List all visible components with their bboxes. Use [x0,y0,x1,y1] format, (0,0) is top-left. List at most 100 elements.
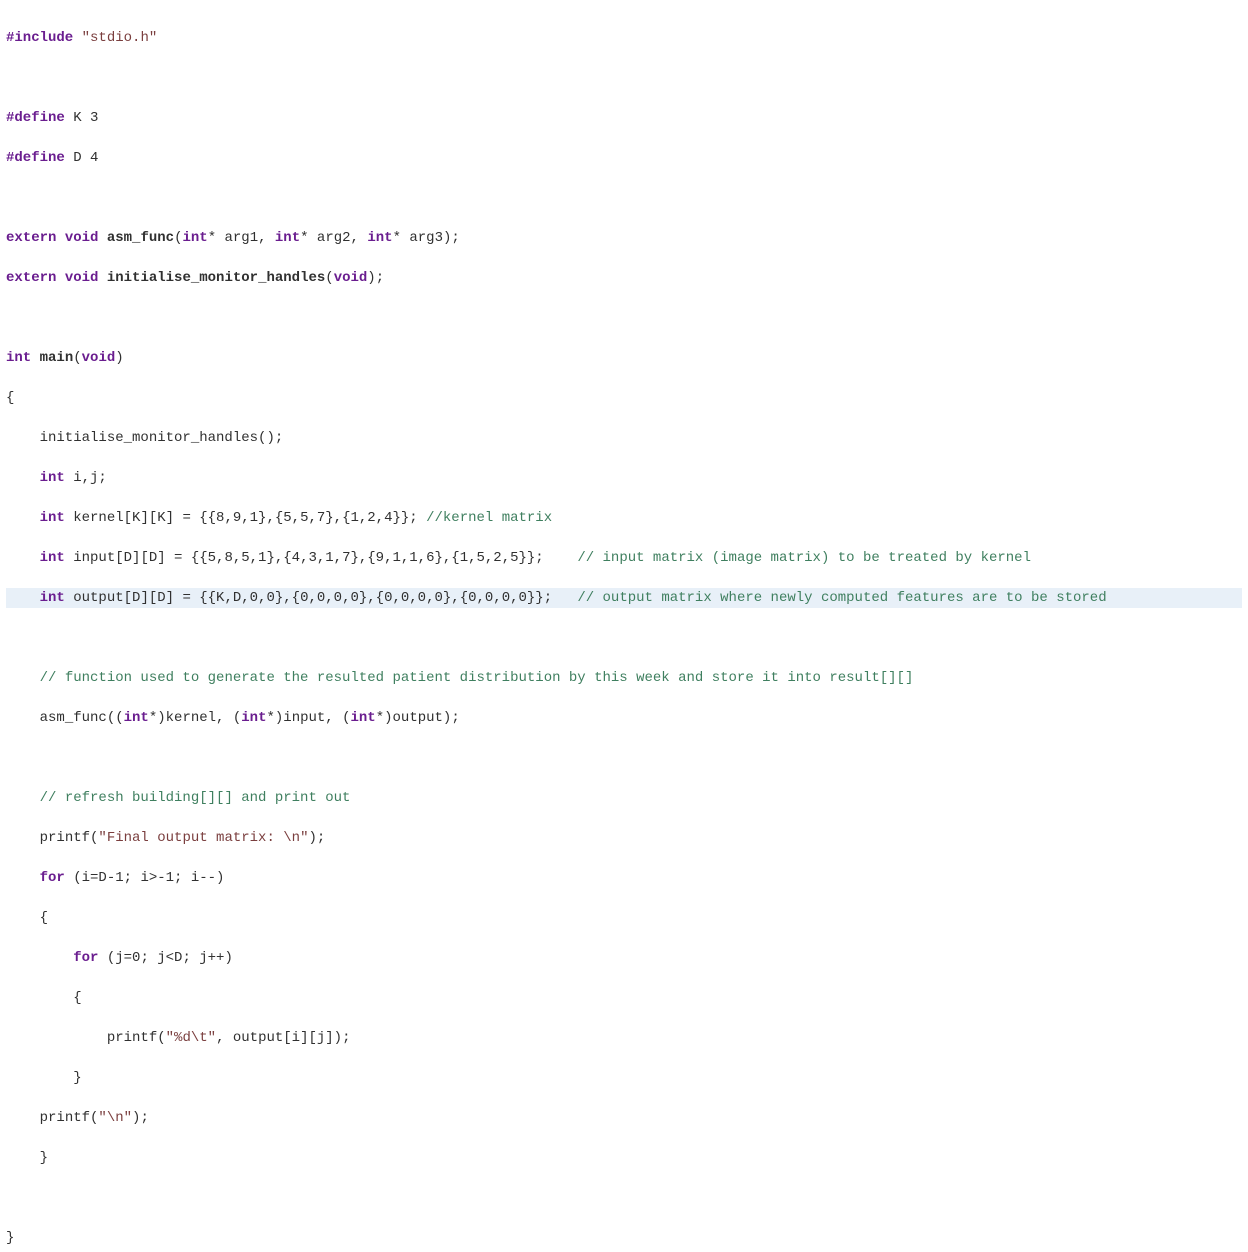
keyword: void [334,270,368,286]
code-line: printf("%d\t", output[i][j]); [6,1028,1242,1048]
code-line: for (i=D-1; i>-1; i--) [6,868,1242,888]
keyword: int [124,710,149,726]
text: * arg2, [300,230,367,246]
string-quote: " [300,830,308,846]
keyword: extern [6,230,56,246]
code-editor[interactable]: #include "stdio.h" #define K 3 #define D… [0,0,1248,1252]
keyword: int [241,710,266,726]
keyword: int [351,710,376,726]
indent [6,950,73,966]
text: *)kernel, ( [149,710,241,726]
code-line [6,308,1242,328]
text: (i=D-1; i>-1; i--) [65,870,225,886]
indent [6,1110,40,1126]
string-quote: " [149,30,157,46]
space [98,270,106,286]
comment: // input matrix (image matrix) to be tre… [577,550,1031,566]
string-content: %d\t [174,1030,208,1046]
code-line: printf("\n"); [6,1108,1242,1128]
string-quote: " [98,830,106,846]
comment: // output matrix where newly computed fe… [577,590,1106,606]
space [73,30,81,46]
text: ) [115,350,123,366]
code-line-highlighted: int output[D][D] = {{K,D,0,0},{0,0,0,0},… [6,588,1242,608]
code-line: #define K 3 [6,108,1242,128]
code-line: int i,j; [6,468,1242,488]
keyword: extern [6,270,56,286]
keyword: void [65,230,99,246]
keyword: int [275,230,300,246]
string-content: stdio.h [90,30,149,46]
indent [6,710,40,726]
space [31,350,39,366]
text: i,j; [65,470,107,486]
preproc: #define [6,110,65,126]
code-line: #include "stdio.h" [6,28,1242,48]
comment: //kernel matrix [426,510,552,526]
text: * arg3); [393,230,460,246]
string-content: \n [107,1110,124,1126]
keyword: for [73,950,98,966]
string-quote: " [124,1110,132,1126]
code-line: { [6,988,1242,1008]
text: ); [132,1110,149,1126]
code-line: } [6,1148,1242,1168]
preproc: #define [6,150,65,166]
text: input[D][D] = {{5,8,5,1},{4,3,1,7},{9,1,… [65,550,577,566]
string-quote: " [82,30,90,46]
code-line: int main(void) [6,348,1242,368]
text: *)input, ( [266,710,350,726]
keyword: int [367,230,392,246]
function-name: asm_func [107,230,174,246]
keyword: int [6,350,31,366]
text: ); [367,270,384,286]
space [56,230,64,246]
indent [6,590,40,606]
string-content: Final output matrix: \n [107,830,300,846]
keyword: void [65,270,99,286]
text: , output[i][j]); [216,1030,350,1046]
code-line: printf("Final output matrix: \n"); [6,828,1242,848]
code-line: extern void asm_func(int* arg1, int* arg… [6,228,1242,248]
indent [6,510,40,526]
paren: ( [73,350,81,366]
indent [6,470,40,486]
code-line [6,628,1242,648]
text: output[D][D] = {{K,D,0,0},{0,0,0,0},{0,0… [65,590,577,606]
code-line [6,1188,1242,1208]
text: asm_func(( [40,710,124,726]
code-line [6,188,1242,208]
text: printf( [40,830,99,846]
string-quote: " [166,1030,174,1046]
keyword: int [40,550,65,566]
keyword: int [40,590,65,606]
function-name: initialise_monitor_handles [107,270,325,286]
keyword: int [182,230,207,246]
code-line [6,68,1242,88]
code-line: extern void initialise_monitor_handles(v… [6,268,1242,288]
code-line: } [6,1068,1242,1088]
text: ); [308,830,325,846]
text: *)output); [376,710,460,726]
keyword: int [40,470,65,486]
keyword: for [40,870,65,886]
string-quote: " [208,1030,216,1046]
code-line: // refresh building[][] and print out [6,788,1242,808]
comment: // refresh building[][] and print out [40,790,351,806]
code-line: { [6,388,1242,408]
code-line: initialise_monitor_handles(); [6,428,1242,448]
preproc: #include [6,30,73,46]
text: kernel[K][K] = {{8,9,1},{5,5,7},{1,2,4}}… [65,510,426,526]
indent [6,790,40,806]
comment: // function used to generate the resulte… [40,670,914,686]
keyword: void [82,350,116,366]
keyword: int [40,510,65,526]
text: (j=0; j<D; j++) [98,950,232,966]
text: printf( [107,1030,166,1046]
space [98,230,106,246]
indent [6,550,40,566]
text: D 4 [65,150,99,166]
string-quote: " [98,1110,106,1126]
code-line: for (j=0; j<D; j++) [6,948,1242,968]
code-line: // function used to generate the resulte… [6,668,1242,688]
